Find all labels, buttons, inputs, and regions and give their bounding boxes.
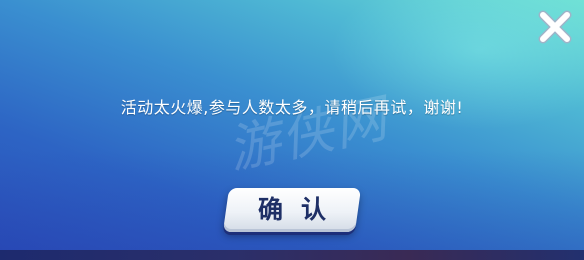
alert-dialog: 游侠网 活动太火爆,参与人数太多，请稍后再试，谢谢! 确认 xyxy=(0,0,584,260)
close-button[interactable] xyxy=(534,6,576,48)
confirm-button-label: 确认 xyxy=(257,195,344,224)
dialog-message: 活动太火爆,参与人数太多，请稍后再试，谢谢! xyxy=(120,98,464,117)
watermark: 游侠网 xyxy=(222,88,394,182)
close-icon xyxy=(538,10,572,44)
background-strip xyxy=(0,250,584,260)
confirm-button[interactable]: 确认 xyxy=(222,188,362,232)
